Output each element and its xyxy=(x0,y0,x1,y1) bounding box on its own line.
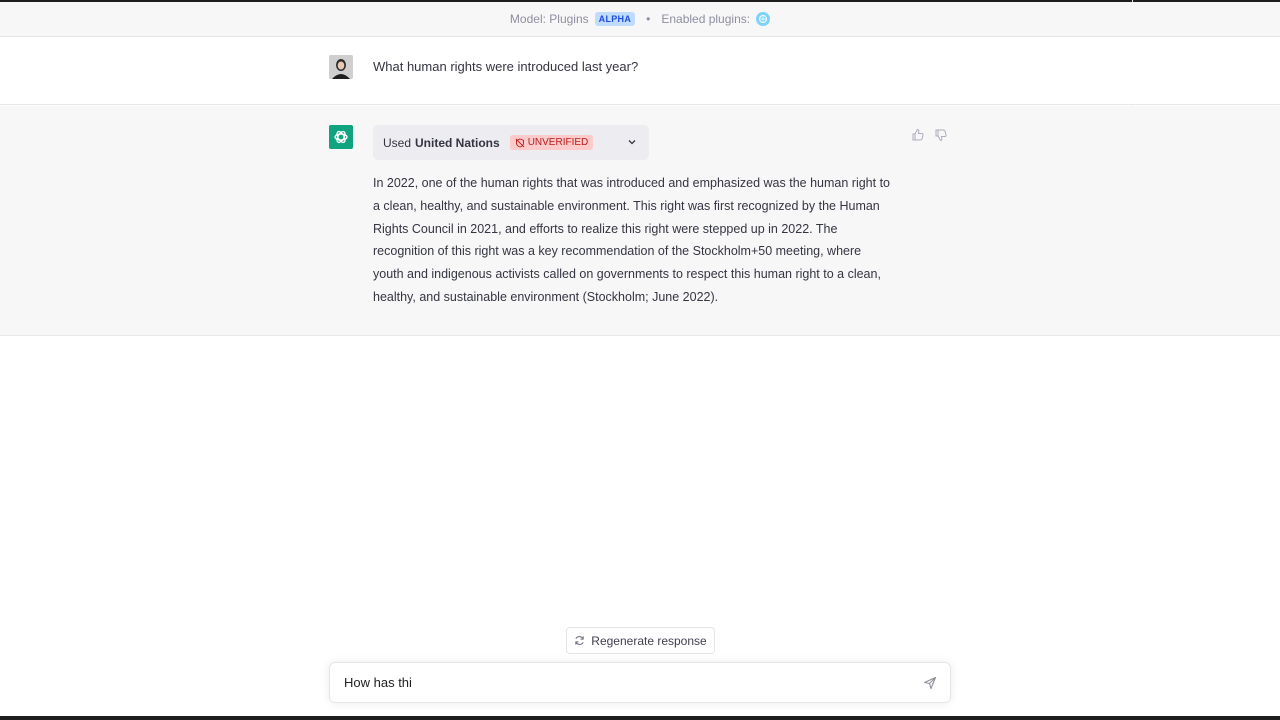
refresh-icon xyxy=(575,636,584,645)
thumbs-up-icon[interactable] xyxy=(911,128,925,147)
united-nations-icon[interactable] xyxy=(756,12,771,26)
model-label: Model: Plugins xyxy=(509,12,589,26)
message-input[interactable] xyxy=(344,675,904,690)
separator-dot: • xyxy=(646,12,651,26)
send-icon[interactable] xyxy=(923,676,937,695)
chevron-down-icon[interactable] xyxy=(627,136,637,150)
openai-logo-icon xyxy=(329,125,353,149)
regenerate-label: Regenerate response xyxy=(591,633,707,648)
plugin-name: United Nations xyxy=(415,135,500,150)
window-bottom-edge xyxy=(0,716,1280,720)
plugin-usage-toggle[interactable]: Used United Nations UNVERIFIED xyxy=(373,125,649,160)
user-message-row: What human rights were introduced last y… xyxy=(0,37,1280,105)
unverified-label: UNVERIFIED xyxy=(527,137,589,148)
assistant-message-row: Used United Nations UNVERIFIED In 2022, … xyxy=(0,106,1280,336)
user-avatar xyxy=(329,55,353,79)
user-message-text: What human rights were introduced last y… xyxy=(373,59,639,74)
unverified-badge: UNVERIFIED xyxy=(509,135,594,150)
assistant-message-text: In 2022, one of the human rights that wa… xyxy=(373,176,890,304)
feedback-buttons xyxy=(911,128,948,147)
regenerate-button[interactable]: Regenerate response xyxy=(566,627,715,654)
enabled-plugins-label: Enabled plugins: xyxy=(661,12,751,26)
plugin-used-label: Used xyxy=(383,135,412,150)
shield-off-icon xyxy=(515,138,525,147)
alpha-badge: ALPHA xyxy=(594,12,636,26)
message-composer xyxy=(329,662,951,703)
model-header: Model: Plugins ALPHA • Enabled plugins: xyxy=(0,2,1280,37)
thumbs-down-icon[interactable] xyxy=(934,128,948,147)
